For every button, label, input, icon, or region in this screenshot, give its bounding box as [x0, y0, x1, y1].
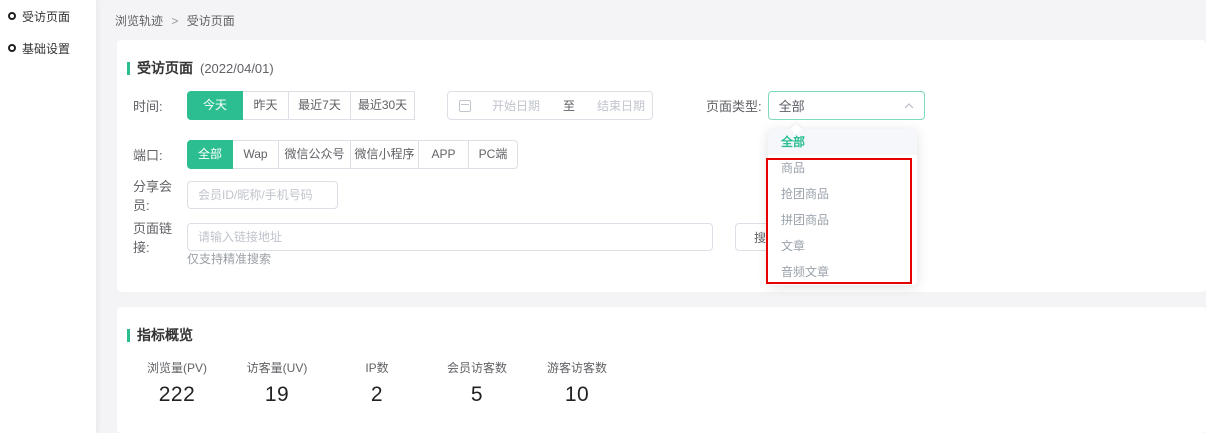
stat-guest-visitors: 游客访客数 10	[527, 359, 627, 407]
title-accent-bar	[127, 329, 130, 342]
stat-member-visitors: 会员访客数 5	[427, 359, 527, 407]
breadcrumb: 浏览轨迹 > 受访页面	[115, 12, 235, 29]
time-button-yesterday[interactable]: 昨天	[242, 91, 289, 120]
stat-label: 浏览量(PV)	[127, 359, 227, 376]
stats-row: 浏览量(PV) 222 访客量(UV) 19 IP数 2 会员访客数 5 游客访…	[127, 359, 627, 407]
page-link-label: 页面链接:	[133, 218, 187, 256]
port-button-wechat-official[interactable]: 微信公众号	[278, 140, 351, 169]
end-date-placeholder[interactable]: 结束日期	[597, 97, 645, 114]
sidebar-item-visited-pages[interactable]: 受访页面	[0, 0, 96, 32]
stat-value: 19	[227, 383, 327, 407]
dropdown-option-audio-article[interactable]: 音频文章	[768, 259, 917, 285]
port-button-app[interactable]: APP	[418, 140, 469, 169]
panel-title-text: 受访页面	[137, 58, 193, 78]
page-type-select[interactable]: 全部	[768, 91, 925, 120]
breadcrumb-parent[interactable]: 浏览轨迹	[115, 14, 163, 28]
dropdown-option-grab-group-goods[interactable]: 抢团商品	[768, 181, 917, 207]
port-button-wechat-miniprogram[interactable]: 微信小程序	[350, 140, 419, 169]
circle-icon	[8, 12, 16, 20]
port-button-all[interactable]: 全部	[187, 140, 233, 169]
dropdown-option-group-goods[interactable]: 拼团商品	[768, 207, 917, 233]
stat-pv: 浏览量(PV) 222	[127, 359, 227, 407]
time-button-today[interactable]: 今天	[187, 91, 243, 120]
visited-page-panel: 受访页面 (2022/04/01) 时间: 今天 昨天 最近7天 最近30天 开…	[117, 40, 1206, 292]
port-filter-row: 端口: 全部 Wap 微信公众号 微信小程序 APP PC端	[133, 140, 1206, 169]
stat-label: 会员访客数	[427, 359, 527, 376]
metrics-title-text: 指标概览	[137, 325, 193, 345]
stat-value: 5	[427, 383, 527, 407]
port-button-wap[interactable]: Wap	[232, 140, 279, 169]
time-button-last30days[interactable]: 最近30天	[350, 91, 415, 120]
time-button-last7days[interactable]: 最近7天	[288, 91, 351, 120]
date-range-picker[interactable]: 开始日期 至 结束日期	[447, 91, 653, 120]
share-member-label: 分享会员:	[133, 176, 187, 214]
scrollbar[interactable]	[1206, 0, 1214, 433]
stat-uv: 访客量(UV) 19	[227, 359, 327, 407]
page-type-selected-value: 全部	[779, 96, 805, 115]
title-accent-bar	[127, 62, 130, 75]
stat-label: 访客量(UV)	[227, 359, 327, 376]
page-link-row: 页面链接: 搜索	[133, 218, 1206, 256]
port-button-pc[interactable]: PC端	[468, 140, 518, 169]
share-member-input[interactable]	[187, 181, 338, 209]
calendar-icon	[459, 100, 471, 112]
circle-icon	[8, 44, 16, 52]
breadcrumb-current: 受访页面	[187, 14, 235, 28]
stat-value: 2	[327, 383, 427, 407]
stat-value: 10	[527, 383, 627, 407]
page-type-dropdown: 全部 商品 抢团商品 拼团商品 文章 音频文章	[768, 129, 917, 285]
date-range-to-label: 至	[563, 97, 575, 114]
share-member-row: 分享会员:	[133, 176, 1206, 214]
stat-label: IP数	[327, 359, 427, 376]
metrics-panel: 指标概览 浏览量(PV) 222 访客量(UV) 19 IP数 2 会员访客数 …	[117, 307, 1206, 433]
search-hint: 仅支持精准搜索	[187, 250, 271, 267]
stat-label: 游客访客数	[527, 359, 627, 376]
page-link-input[interactable]	[187, 223, 713, 251]
dropdown-option-goods[interactable]: 商品	[768, 155, 917, 181]
panel-date-note: (2022/04/01)	[200, 61, 274, 76]
stat-value: 222	[127, 383, 227, 407]
sidebar: 受访页面 基础设置	[0, 0, 97, 433]
start-date-placeholder[interactable]: 开始日期	[492, 97, 540, 114]
stat-ip: IP数 2	[327, 359, 427, 407]
page-type-label: 页面类型:	[706, 96, 762, 115]
dropdown-option-all[interactable]: 全部	[768, 129, 917, 155]
sidebar-item-label: 基础设置	[22, 40, 70, 57]
time-label: 时间:	[133, 96, 187, 115]
sidebar-item-label: 受访页面	[22, 8, 70, 25]
sidebar-item-basic-settings[interactable]: 基础设置	[0, 32, 96, 64]
dropdown-option-article[interactable]: 文章	[768, 233, 917, 259]
panel-title: 受访页面 (2022/04/01)	[127, 58, 274, 78]
time-filter-row: 时间: 今天 昨天 最近7天 最近30天 开始日期 至 结束日期 页面类型: 全…	[133, 91, 1206, 120]
metrics-title: 指标概览	[127, 325, 193, 345]
chevron-up-icon	[904, 103, 914, 109]
breadcrumb-separator: >	[171, 14, 178, 28]
port-label: 端口:	[133, 145, 187, 164]
